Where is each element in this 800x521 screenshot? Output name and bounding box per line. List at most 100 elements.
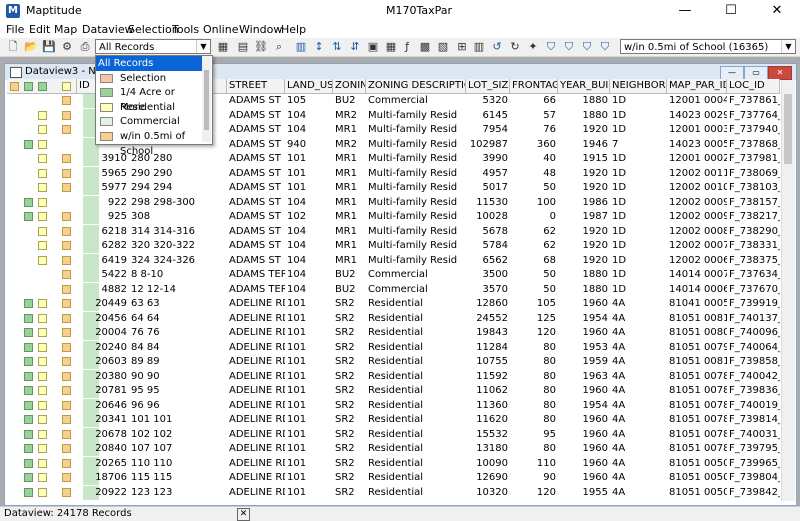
cell-lu[interactable]: 104 xyxy=(285,254,333,268)
cell-lot[interactable]: 3500 xyxy=(466,268,510,282)
cell-id[interactable]: 6218 xyxy=(77,225,129,239)
vertical-scrollbar[interactable] xyxy=(781,80,795,501)
cell-street[interactable]: ADAMS ST xyxy=(227,123,285,137)
scrollbar-thumb[interactable] xyxy=(784,94,792,164)
cell-yb[interactable]: 1963 xyxy=(558,370,610,384)
cell-lot[interactable]: 102987 xyxy=(466,138,510,152)
cell-map[interactable]: 81051 0078A xyxy=(667,384,727,398)
cell-street[interactable]: ADELINE RD xyxy=(227,341,285,355)
cell-lot[interactable]: 10028 xyxy=(466,210,510,224)
cell-loc[interactable]: F_738157_2 xyxy=(727,196,780,210)
sort-ascending-icon[interactable]: ⇅ xyxy=(330,40,344,54)
cell-lu[interactable]: 940 xyxy=(285,138,333,152)
cell-nb[interactable]: 1D xyxy=(610,254,667,268)
cell-zn[interactable]: MR1 xyxy=(333,196,366,210)
cell-loc[interactable]: F_737940_2 xyxy=(727,123,780,137)
cell-loc[interactable]: F_738290_2 xyxy=(727,225,780,239)
cell-map[interactable]: 81051 0078E xyxy=(667,399,727,413)
table-row[interactable]: 20646 96 96 ADELINE RD 101 SR2 Residential 113… xyxy=(7,398,780,413)
calculator-icon[interactable]: ▩ xyxy=(418,40,432,54)
cell-loc[interactable]: F_739965_2 xyxy=(727,457,780,471)
cell-map[interactable]: 81051 0078D xyxy=(667,428,727,442)
cell-loc[interactable]: F_737764_2 xyxy=(727,109,780,123)
dropdown-item[interactable]: All Records xyxy=(96,56,202,71)
cell-loc[interactable]: F_738217_2 xyxy=(727,210,780,224)
header-frontage[interactable]: FRONTAGE xyxy=(510,79,558,94)
cell-fr[interactable]: 360 xyxy=(510,138,558,152)
cell-zd[interactable]: Residential xyxy=(366,413,466,427)
cell-zn[interactable]: SR2 xyxy=(333,297,366,311)
pin-icon[interactable]: ✦ xyxy=(526,40,540,54)
cell-lu[interactable]: 101 xyxy=(285,486,333,500)
cell-loc[interactable]: F_738375_2 xyxy=(727,254,780,268)
cell-yb[interactable]: 1920 xyxy=(558,239,610,253)
cell-zd[interactable]: Multi-family Resid xyxy=(366,109,466,123)
cell-id[interactable]: 20456 xyxy=(77,312,129,326)
cell-num[interactable]: 320 320-322 xyxy=(129,239,227,253)
cell-zd[interactable]: Multi-family Resid xyxy=(366,254,466,268)
cell-num[interactable]: 290 290 xyxy=(129,167,227,181)
cell-id[interactable]: 5422 xyxy=(77,268,129,282)
cell-lot[interactable]: 11592 xyxy=(466,370,510,384)
chevron-down-icon[interactable]: ▼ xyxy=(781,40,795,53)
cell-nb[interactable]: 4A xyxy=(610,471,667,485)
cell-map[interactable]: 81051 0050V xyxy=(667,457,727,471)
cell-fr[interactable]: 57 xyxy=(510,109,558,123)
cell-nb[interactable]: 4A xyxy=(610,341,667,355)
cell-yb[interactable]: 1960 xyxy=(558,384,610,398)
filter-add-icon[interactable]: ⛉ xyxy=(562,40,576,54)
cell-fr[interactable]: 50 xyxy=(510,283,558,297)
cell-nb[interactable]: 1D xyxy=(610,181,667,195)
cell-lu[interactable]: 104 xyxy=(285,268,333,282)
cell-num[interactable]: 76 76 xyxy=(129,326,227,340)
cell-nb[interactable]: 1D xyxy=(610,167,667,181)
dropdown-item[interactable]: Residential xyxy=(96,100,202,115)
minimize-button[interactable]: — xyxy=(662,0,708,22)
cell-lot[interactable]: 5678 xyxy=(466,225,510,239)
cell-map[interactable]: 12002 0008 xyxy=(667,225,727,239)
cell-street[interactable]: ADELINE RD xyxy=(227,442,285,456)
cell-fr[interactable]: 0 xyxy=(510,210,558,224)
cell-zn[interactable]: MR1 xyxy=(333,210,366,224)
cell-map[interactable]: 81051 0081 xyxy=(667,312,727,326)
table-row[interactable]: 20781 95 95 ADELINE RD 101 SR2 Residential 110… xyxy=(7,384,780,398)
cell-map[interactable]: 12002 0007 xyxy=(667,239,727,253)
cell-fr[interactable]: 48 xyxy=(510,167,558,181)
cell-zn[interactable]: MR1 xyxy=(333,254,366,268)
cell-lot[interactable]: 11062 xyxy=(466,384,510,398)
cell-lot[interactable]: 15532 xyxy=(466,428,510,442)
header-lot-size[interactable]: LOT_SIZE xyxy=(466,79,510,94)
cell-yb[interactable]: 1954 xyxy=(558,399,610,413)
cell-map[interactable]: 12001 0003 xyxy=(667,123,727,137)
cell-map[interactable]: 81051 0050U xyxy=(667,486,727,500)
table-row[interactable]: 925 308 ADAMS ST 102 MR1 Multi-family Resid 10… xyxy=(7,210,780,224)
cell-nb[interactable]: 4A xyxy=(610,384,667,398)
cell-num[interactable]: 123 123 xyxy=(129,486,227,500)
sort-icon[interactable]: ↕ xyxy=(312,40,326,54)
cell-loc[interactable]: F_740137_2 xyxy=(727,312,780,326)
cell-num[interactable]: 110 110 xyxy=(129,457,227,471)
cell-street[interactable]: ADELINE RD xyxy=(227,297,285,311)
cell-num[interactable]: 115 115 xyxy=(129,471,227,485)
sort-descending-icon[interactable]: ⇵ xyxy=(348,40,362,54)
cell-zn[interactable]: MR1 xyxy=(333,225,366,239)
cell-zn[interactable]: SR2 xyxy=(333,326,366,340)
cell-map[interactable]: 81051 0078B xyxy=(667,413,727,427)
cell-map[interactable]: 12002 0010 xyxy=(667,181,727,195)
cell-num[interactable]: 102 102 xyxy=(129,428,227,442)
table-row[interactable]: 20603 89 89 ADELINE RD 101 SR2 Residential 107… xyxy=(7,355,780,369)
cell-nb[interactable]: 1D xyxy=(610,196,667,210)
query-combo[interactable]: w/in 0.5mi of School (16365) ▼ xyxy=(620,39,796,54)
table-row[interactable]: 5422 8 8-10 ADAMS TER 104 BU2 Commercial 3500 5… xyxy=(7,268,780,282)
cell-lu[interactable]: 105 xyxy=(285,94,333,108)
layout-icon[interactable]: ▧ xyxy=(436,40,450,54)
cell-yb[interactable]: 1960 xyxy=(558,413,610,427)
cell-lot[interactable]: 10320 xyxy=(466,486,510,500)
cell-num[interactable]: 324 324-326 xyxy=(129,254,227,268)
cell-lot[interactable]: 4957 xyxy=(466,167,510,181)
cell-nb[interactable]: 4A xyxy=(610,486,667,500)
cell-lot[interactable]: 12690 xyxy=(466,471,510,485)
header-neighborhd[interactable]: NEIGHBORHD xyxy=(610,79,667,94)
cell-street[interactable]: ADAMS ST xyxy=(227,94,285,108)
cell-zn[interactable]: MR1 xyxy=(333,239,366,253)
